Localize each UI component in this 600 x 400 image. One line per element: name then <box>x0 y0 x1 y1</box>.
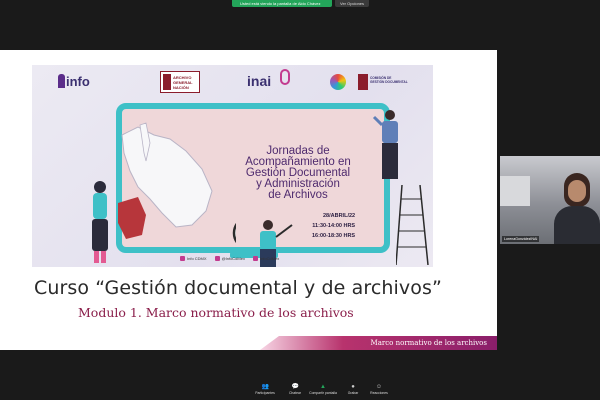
instagram-icon <box>252 256 258 261</box>
participants-icon: 👥 <box>261 384 269 390</box>
social-facebook: Info CDMX <box>180 256 207 261</box>
facebook-icon <box>180 256 185 261</box>
participant-name: LorenaGonzálezINAI <box>502 236 540 242</box>
slide-footer-text: Marco normativo de los archivos <box>370 339 487 347</box>
participants-button[interactable]: 👥 Participantes <box>248 384 282 395</box>
headline-line: de Archivos <box>268 189 328 201</box>
social-handles: Info CDMX @InfoCdMex InfoCdMex <box>180 256 279 261</box>
woman-figure-illustration <box>92 181 108 263</box>
agn-logo: ARCHIVO GENERAL NACIÓN <box>160 71 200 93</box>
event-date: 28/ABRIL/22 <box>323 213 356 219</box>
event-schedule: 28/ABRIL/22 11:30-14:00 HRS 16:00-18:30 … <box>312 211 355 241</box>
participant-face <box>568 180 586 202</box>
event-banner: info ARCHIVO GENERAL NACIÓN inai COMISIÓ… <box>32 65 433 267</box>
record-icon: ● <box>351 384 355 390</box>
twitter-icon <box>214 256 220 261</box>
event-time-morning: 11:30-14:00 HRS <box>312 223 356 229</box>
reactions-label: Reacciones <box>370 391 388 395</box>
module-title: Modulo 1. Marco normativo de los archivo… <box>78 305 354 320</box>
course-title: Curso “Gestión documental y de archivos” <box>34 277 442 299</box>
cdmx-highlight <box>118 197 146 239</box>
slide-footer-band: Marco normativo de los archivos <box>260 336 497 350</box>
chat-label: Chatear <box>288 391 302 395</box>
social-instagram: InfoCdMex <box>252 256 279 261</box>
info-logo-icon <box>58 74 65 88</box>
reactions-icon: ☺ <box>375 384 383 390</box>
participant-body <box>554 206 600 244</box>
share-screen-icon: ▲ <box>320 384 326 390</box>
participants-label: Participantes <box>255 391 275 395</box>
meeting-toolbar: 👥 Participantes 💬 Chatear ▲ Compartir pa… <box>0 380 600 400</box>
cgd-logo-line: GESTIÓN DOCUMENTAL <box>370 80 408 84</box>
magnifier-icon <box>232 222 236 244</box>
ladder-illustration <box>396 185 429 265</box>
inai-logo: inai <box>247 73 272 89</box>
agn-logo-icon <box>163 74 171 90</box>
reactions-button[interactable]: ☺ Reacciones <box>362 384 396 395</box>
cgd-logo-icon <box>358 74 368 90</box>
background-shelf <box>500 176 530 206</box>
screen-share-banner: Usted está viendo la pantalla de Aldo Ch… <box>232 0 370 7</box>
participant-video-tile[interactable]: LorenaGonzálezINAI <box>500 156 600 244</box>
social-twitter: @InfoCdMex <box>214 256 245 261</box>
record-label: Grabar <box>347 391 359 395</box>
cgd-logo: COMISIÓN DE GESTIÓN DOCUMENTAL <box>358 74 410 90</box>
agn-logo-line: NACIÓN <box>173 85 189 90</box>
share-status-pill: Usted está viendo la pantalla de Aldo Ch… <box>232 0 332 7</box>
chat-icon: 💬 <box>291 384 299 390</box>
zoom-meeting-window: Usted está viendo la pantalla de Aldo Ch… <box>0 0 600 400</box>
share-screen-button[interactable]: ▲ Compartir pantalla <box>306 384 340 395</box>
shared-slide: info ARCHIVO GENERAL NACIÓN inai COMISIÓ… <box>0 50 497 350</box>
info-logo: info <box>66 74 90 89</box>
event-time-afternoon: 16:00-18:30 HRS <box>312 233 356 239</box>
colorful-circle-logo-icon <box>330 74 346 90</box>
logo-strip: info ARCHIVO GENERAL NACIÓN inai COMISIÓ… <box>32 65 433 97</box>
inai-logo-icon <box>280 69 290 85</box>
view-options-button[interactable]: Ver Opciones <box>335 0 370 7</box>
event-headline: Jornadas de Acompañamiento en Gestión Do… <box>214 145 382 201</box>
share-screen-label: Compartir pantalla <box>309 391 337 395</box>
